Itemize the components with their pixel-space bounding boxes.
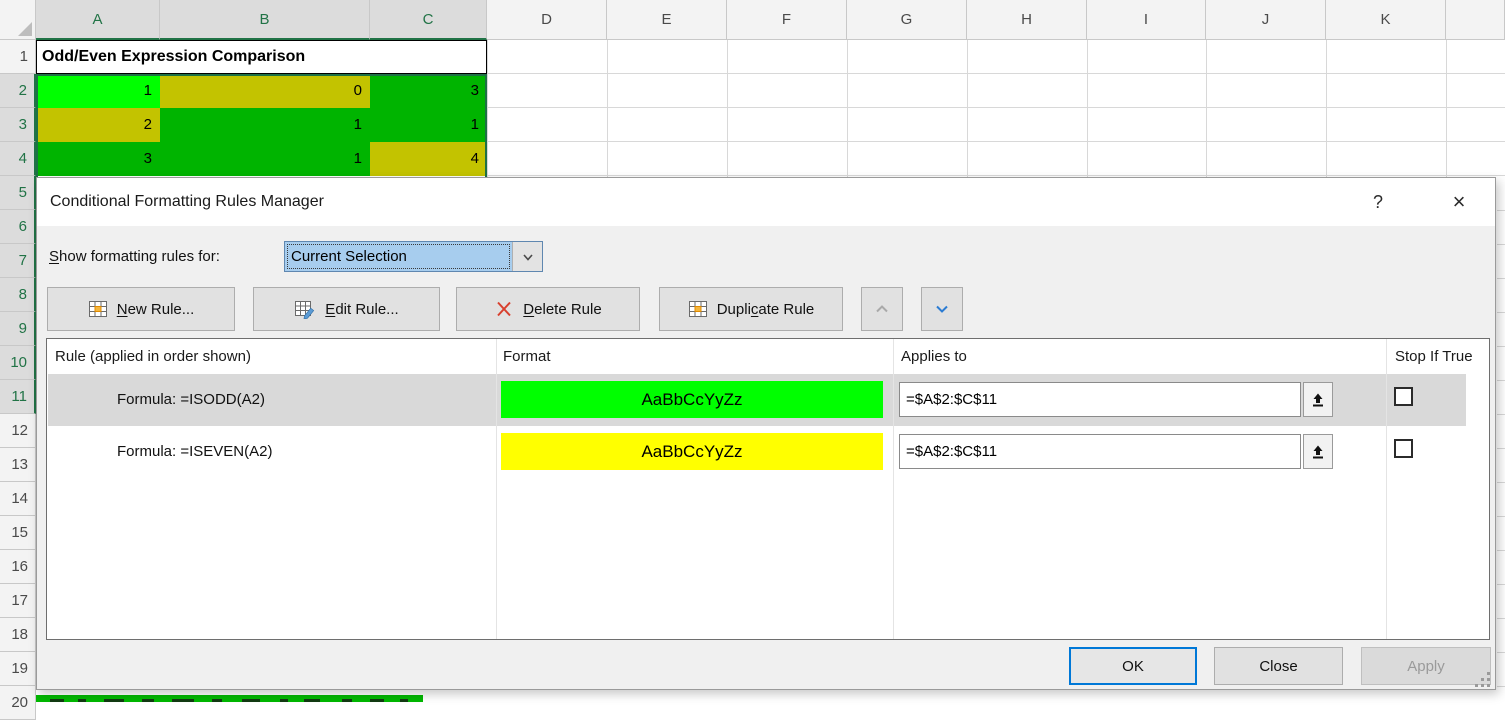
close-button[interactable]: Close — [1214, 647, 1343, 685]
ok-button[interactable]: OK — [1069, 647, 1197, 685]
row-header-20[interactable]: 20 — [0, 686, 36, 720]
move-rule-down-button[interactable] — [921, 287, 963, 331]
cell-a3[interactable]: 2 — [36, 108, 160, 142]
column-header-rule: Rule (applied in order shown) — [55, 339, 251, 374]
row-header-15[interactable]: 15 — [0, 516, 36, 550]
delete-rule-button[interactable]: Delete Rule — [456, 287, 640, 331]
column-header-k[interactable]: K — [1326, 0, 1446, 40]
row-header-5[interactable]: 5 — [0, 176, 36, 210]
delete-x-icon — [494, 299, 514, 319]
rules-list: Rule (applied in order shown) Format App… — [46, 338, 1490, 640]
button-label: Edit Rule... — [325, 301, 398, 318]
cell-b4[interactable]: 1 — [160, 142, 370, 176]
rule-row-2[interactable]: Formula: =ISEVEN(A2) AaBbCcYyZz — [48, 426, 1466, 478]
column-header-a[interactable]: A — [36, 0, 160, 40]
row-header-18[interactable]: 18 — [0, 618, 36, 652]
row-header-14[interactable]: 14 — [0, 482, 36, 516]
row-header-3[interactable]: 3 — [0, 108, 36, 142]
column-header-e[interactable]: E — [607, 0, 727, 40]
duplicate-grid-icon — [688, 299, 708, 319]
column-header-h[interactable]: H — [967, 0, 1087, 40]
chevron-down-icon — [933, 300, 951, 318]
row-header-7[interactable]: 7 — [0, 244, 36, 278]
row-header-11[interactable]: 11 — [0, 380, 36, 414]
dialog-title: Conditional Formatting Rules Manager — [50, 178, 324, 226]
show-rules-for-dropdown[interactable]: Current Selection — [284, 241, 543, 272]
column-header-partial[interactable] — [1446, 0, 1505, 40]
cell-c4[interactable]: 4 — [370, 142, 487, 176]
format-preview-swatch: AaBbCcYyZz — [501, 433, 883, 470]
collapse-dialog-icon[interactable] — [1303, 434, 1333, 469]
rule-formula-text: Formula: =ISEVEN(A2) — [117, 426, 272, 478]
dialog-titlebar[interactable]: Conditional Formatting Rules Manager ? × — [37, 178, 1495, 226]
row-header-6[interactable]: 6 — [0, 210, 36, 244]
button-label: Delete Rule — [523, 301, 601, 318]
select-all-corner[interactable] — [0, 0, 36, 40]
new-rule-button[interactable]: New Rule... — [47, 287, 235, 331]
applies-to-input[interactable] — [899, 434, 1301, 469]
row-header-8[interactable]: 8 — [0, 278, 36, 312]
chevron-down-icon[interactable] — [512, 242, 542, 271]
excel-screen: { "sheet": { "title_cell": "Odd/Even Exp… — [0, 0, 1505, 702]
help-button[interactable]: ? — [1361, 185, 1395, 219]
cell-a2[interactable]: 1 — [36, 74, 160, 108]
column-header-applies-to: Applies to — [901, 339, 967, 374]
row-header-12[interactable]: 12 — [0, 414, 36, 448]
apply-button[interactable]: Apply — [1361, 647, 1491, 685]
cell-a1-title[interactable]: Odd/Even Expression Comparison — [36, 40, 487, 74]
column-header-j[interactable]: J — [1206, 0, 1326, 40]
close-icon[interactable]: × — [1442, 185, 1476, 219]
row-header-2[interactable]: 2 — [0, 74, 36, 108]
cell-c3[interactable]: 1 — [370, 108, 487, 142]
new-rule-grid-icon — [88, 299, 108, 319]
show-formatting-rules-label: Show formatting rules for: — [49, 241, 220, 272]
cell-a4[interactable]: 3 — [36, 142, 160, 176]
row-header-17[interactable]: 17 — [0, 584, 36, 618]
column-header-b[interactable]: B — [160, 0, 370, 40]
select-all-triangle-icon — [18, 22, 32, 36]
cell-c2[interactable]: 3 — [370, 74, 487, 108]
column-header-f[interactable]: F — [727, 0, 847, 40]
row-header-13[interactable]: 13 — [0, 448, 36, 482]
button-label: New Rule... — [117, 301, 195, 318]
rule-row-1[interactable]: Formula: =ISODD(A2) AaBbCcYyZz — [48, 374, 1466, 426]
chevron-up-icon — [873, 300, 891, 318]
format-preview-swatch: AaBbCcYyZz — [501, 381, 883, 418]
cell-b3[interactable]: 1 — [160, 108, 370, 142]
column-header-g[interactable]: G — [847, 0, 967, 40]
collapse-dialog-icon[interactable] — [1303, 382, 1333, 417]
column-header-i[interactable]: I — [1087, 0, 1206, 40]
column-header-format: Format — [503, 339, 551, 374]
column-header-stop-if-true: Stop If True — [1395, 339, 1473, 374]
stop-if-true-checkbox[interactable] — [1394, 387, 1413, 406]
applies-to-input[interactable] — [899, 382, 1301, 417]
row-header-1[interactable]: 1 — [0, 40, 36, 74]
column-header-c[interactable]: C — [370, 0, 487, 40]
cell-b2[interactable]: 0 — [160, 74, 370, 108]
duplicate-rule-button[interactable]: Duplicate Rule — [659, 287, 843, 331]
row20-cells-partial — [36, 695, 423, 702]
edit-rule-pencil-icon — [294, 299, 316, 319]
row-header-19[interactable]: 19 — [0, 652, 36, 686]
move-rule-up-button[interactable] — [861, 287, 903, 331]
stop-if-true-checkbox[interactable] — [1394, 439, 1413, 458]
dropdown-selected-value: Current Selection — [285, 242, 512, 271]
resize-grip[interactable] — [1475, 672, 1492, 689]
row-header-4[interactable]: 4 — [0, 142, 36, 176]
row-header-16[interactable]: 16 — [0, 550, 36, 584]
rule-formula-text: Formula: =ISODD(A2) — [117, 374, 265, 426]
button-label: Duplicate Rule — [717, 301, 815, 318]
conditional-formatting-rules-manager-dialog: Conditional Formatting Rules Manager ? ×… — [36, 177, 1496, 690]
row-header-9[interactable]: 9 — [0, 312, 36, 346]
sheet-right-strip — [1497, 177, 1505, 690]
column-header-d[interactable]: D — [487, 0, 607, 40]
edit-rule-button[interactable]: Edit Rule... — [253, 287, 440, 331]
row-header-10[interactable]: 10 — [0, 346, 36, 380]
